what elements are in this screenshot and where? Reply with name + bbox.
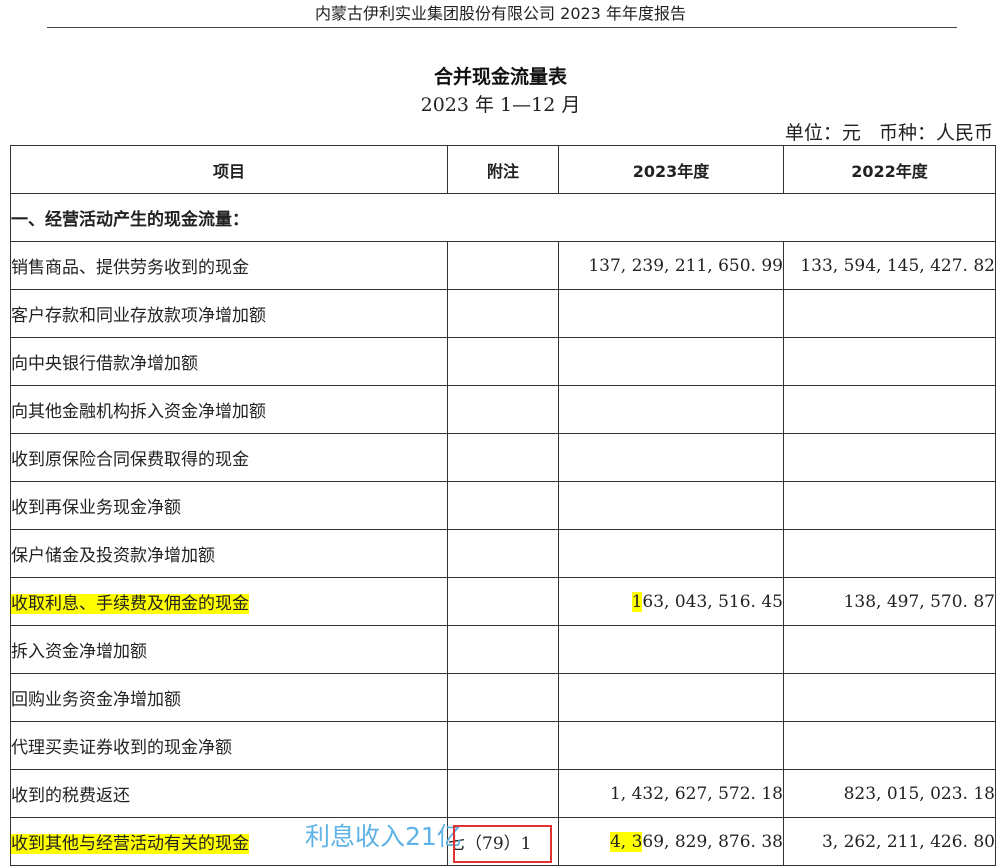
row-value-2023: 4, 369, 829, 876. 38 [558, 817, 784, 866]
row-note [447, 337, 559, 386]
row-value-2022 [783, 289, 996, 338]
row-item: 收到再保业务现金净额 [10, 481, 448, 530]
col-header-note: 附注 [447, 145, 559, 194]
row-item: 销售商品、提供劳务收到的现金 [10, 241, 448, 290]
row-item: 客户存款和同业存放款项净增加额 [10, 289, 448, 338]
row-note [447, 385, 559, 434]
row-note [447, 529, 559, 578]
table-row: 销售商品、提供劳务收到的现金 137, 239, 211, 650. 99 13… [10, 241, 996, 290]
row-note [447, 769, 559, 818]
header-divider [47, 27, 957, 28]
table-row: 收到的税费返还 1, 432, 627, 572. 18 823, 015, 0… [10, 769, 996, 818]
col-header-2022: 2022年度 [783, 145, 996, 194]
table-row: 保户储金及投资款净增加额 [10, 529, 996, 578]
annotation-box [453, 825, 552, 863]
table-row: 向其他金融机构拆入资金净增加额 [10, 385, 996, 434]
row-value-2023 [558, 673, 784, 722]
table-row: 回购业务资金净增加额 [10, 673, 996, 722]
row-note [447, 577, 559, 626]
row-value-2023 [558, 721, 784, 770]
table-row-highlighted: 收取利息、手续费及佣金的现金 163, 043, 516. 45 138, 49… [10, 577, 996, 626]
table-row: 收到原保险合同保费取得的现金 [10, 433, 996, 482]
highlighted-digits: 4, 3 [609, 831, 643, 852]
row-note [447, 481, 559, 530]
report-header: 内蒙古伊利实业集团股份有限公司 2023 年年度报告 [315, 4, 686, 23]
unit-currency-line: 单位：元 币种：人民币 [785, 118, 993, 145]
row-note [447, 289, 559, 338]
row-value-2023: 1, 432, 627, 572. 18 [558, 769, 784, 818]
row-item: 代理买卖证券收到的现金净额 [10, 721, 448, 770]
row-note [447, 241, 559, 290]
unit-label: 单位：元 [784, 122, 861, 144]
row-note [447, 673, 559, 722]
row-value-2023 [558, 337, 784, 386]
table-row: 向中央银行借款净增加额 [10, 337, 996, 386]
table-row: 收到再保业务现金净额 [10, 481, 996, 530]
row-item: 向中央银行借款净增加额 [10, 337, 448, 386]
table-row: 客户存款和同业存放款项净增加额 [10, 289, 996, 338]
table-header-row: 项目 附注 2023年度 2022年度 [10, 145, 996, 194]
col-header-item: 项目 [10, 145, 448, 194]
row-note [447, 625, 559, 674]
row-value-2023: 163, 043, 516. 45 [558, 577, 784, 626]
currency-label: 币种：人民币 [878, 122, 993, 144]
row-item: 拆入资金净增加额 [10, 625, 448, 674]
row-value-2022 [783, 385, 996, 434]
section-row: 一、经营活动产生的现金流量： [10, 193, 996, 242]
row-value-2023: 137, 239, 211, 650. 99 [558, 241, 784, 290]
cash-flow-table: 项目 附注 2023年度 2022年度 一、经营活动产生的现金流量： 销售商品、… [10, 145, 996, 866]
col-header-2023: 2023年度 [558, 145, 784, 194]
row-item: 向其他金融机构拆入资金净增加额 [10, 385, 448, 434]
row-value-2022 [783, 337, 996, 386]
annotation-text: 利息收入21亿 [305, 822, 462, 851]
row-item: 收取利息、手续费及佣金的现金 [10, 577, 448, 626]
row-value-2022 [783, 481, 996, 530]
table-row: 代理买卖证券收到的现金净额 [10, 721, 996, 770]
row-value-2023 [558, 385, 784, 434]
row-note [447, 721, 559, 770]
highlighted-item-text: 收取利息、手续费及佣金的现金 [11, 594, 249, 614]
row-value-2022: 138, 497, 570. 87 [783, 577, 996, 626]
statement-title: 合并现金流量表 [433, 66, 567, 88]
row-value-2023 [558, 625, 784, 674]
row-value-2022 [783, 529, 996, 578]
row-value-2022: 823, 015, 023. 18 [783, 769, 996, 818]
row-value-2022 [783, 721, 996, 770]
row-value-2023 [558, 289, 784, 338]
row-value-2022 [783, 625, 996, 674]
value-rest: 69, 829, 876. 38 [642, 831, 783, 852]
row-item: 回购业务资金净增加额 [10, 673, 448, 722]
row-value-2023 [558, 433, 784, 482]
row-item: 收到原保险合同保费取得的现金 [10, 433, 448, 482]
section-header: 一、经营活动产生的现金流量： [10, 193, 996, 242]
row-item: 保户储金及投资款净增加额 [10, 529, 448, 578]
value-rest: 63, 043, 516. 45 [642, 591, 783, 612]
table-row: 拆入资金净增加额 [10, 625, 996, 674]
highlighted-digits: 1 [631, 591, 643, 612]
row-value-2023 [558, 529, 784, 578]
row-note [447, 433, 559, 482]
row-value-2022: 3, 262, 211, 426. 80 [783, 817, 996, 866]
row-item: 收到的税费返还 [10, 769, 448, 818]
statement-period: 2023 年 1—12 月 [420, 94, 581, 116]
row-value-2022 [783, 673, 996, 722]
row-value-2022: 133, 594, 145, 427. 82 [783, 241, 996, 290]
row-value-2022 [783, 433, 996, 482]
highlighted-item-text: 收到其他与经营活动有关的现金 [11, 834, 249, 854]
row-value-2023 [558, 481, 784, 530]
